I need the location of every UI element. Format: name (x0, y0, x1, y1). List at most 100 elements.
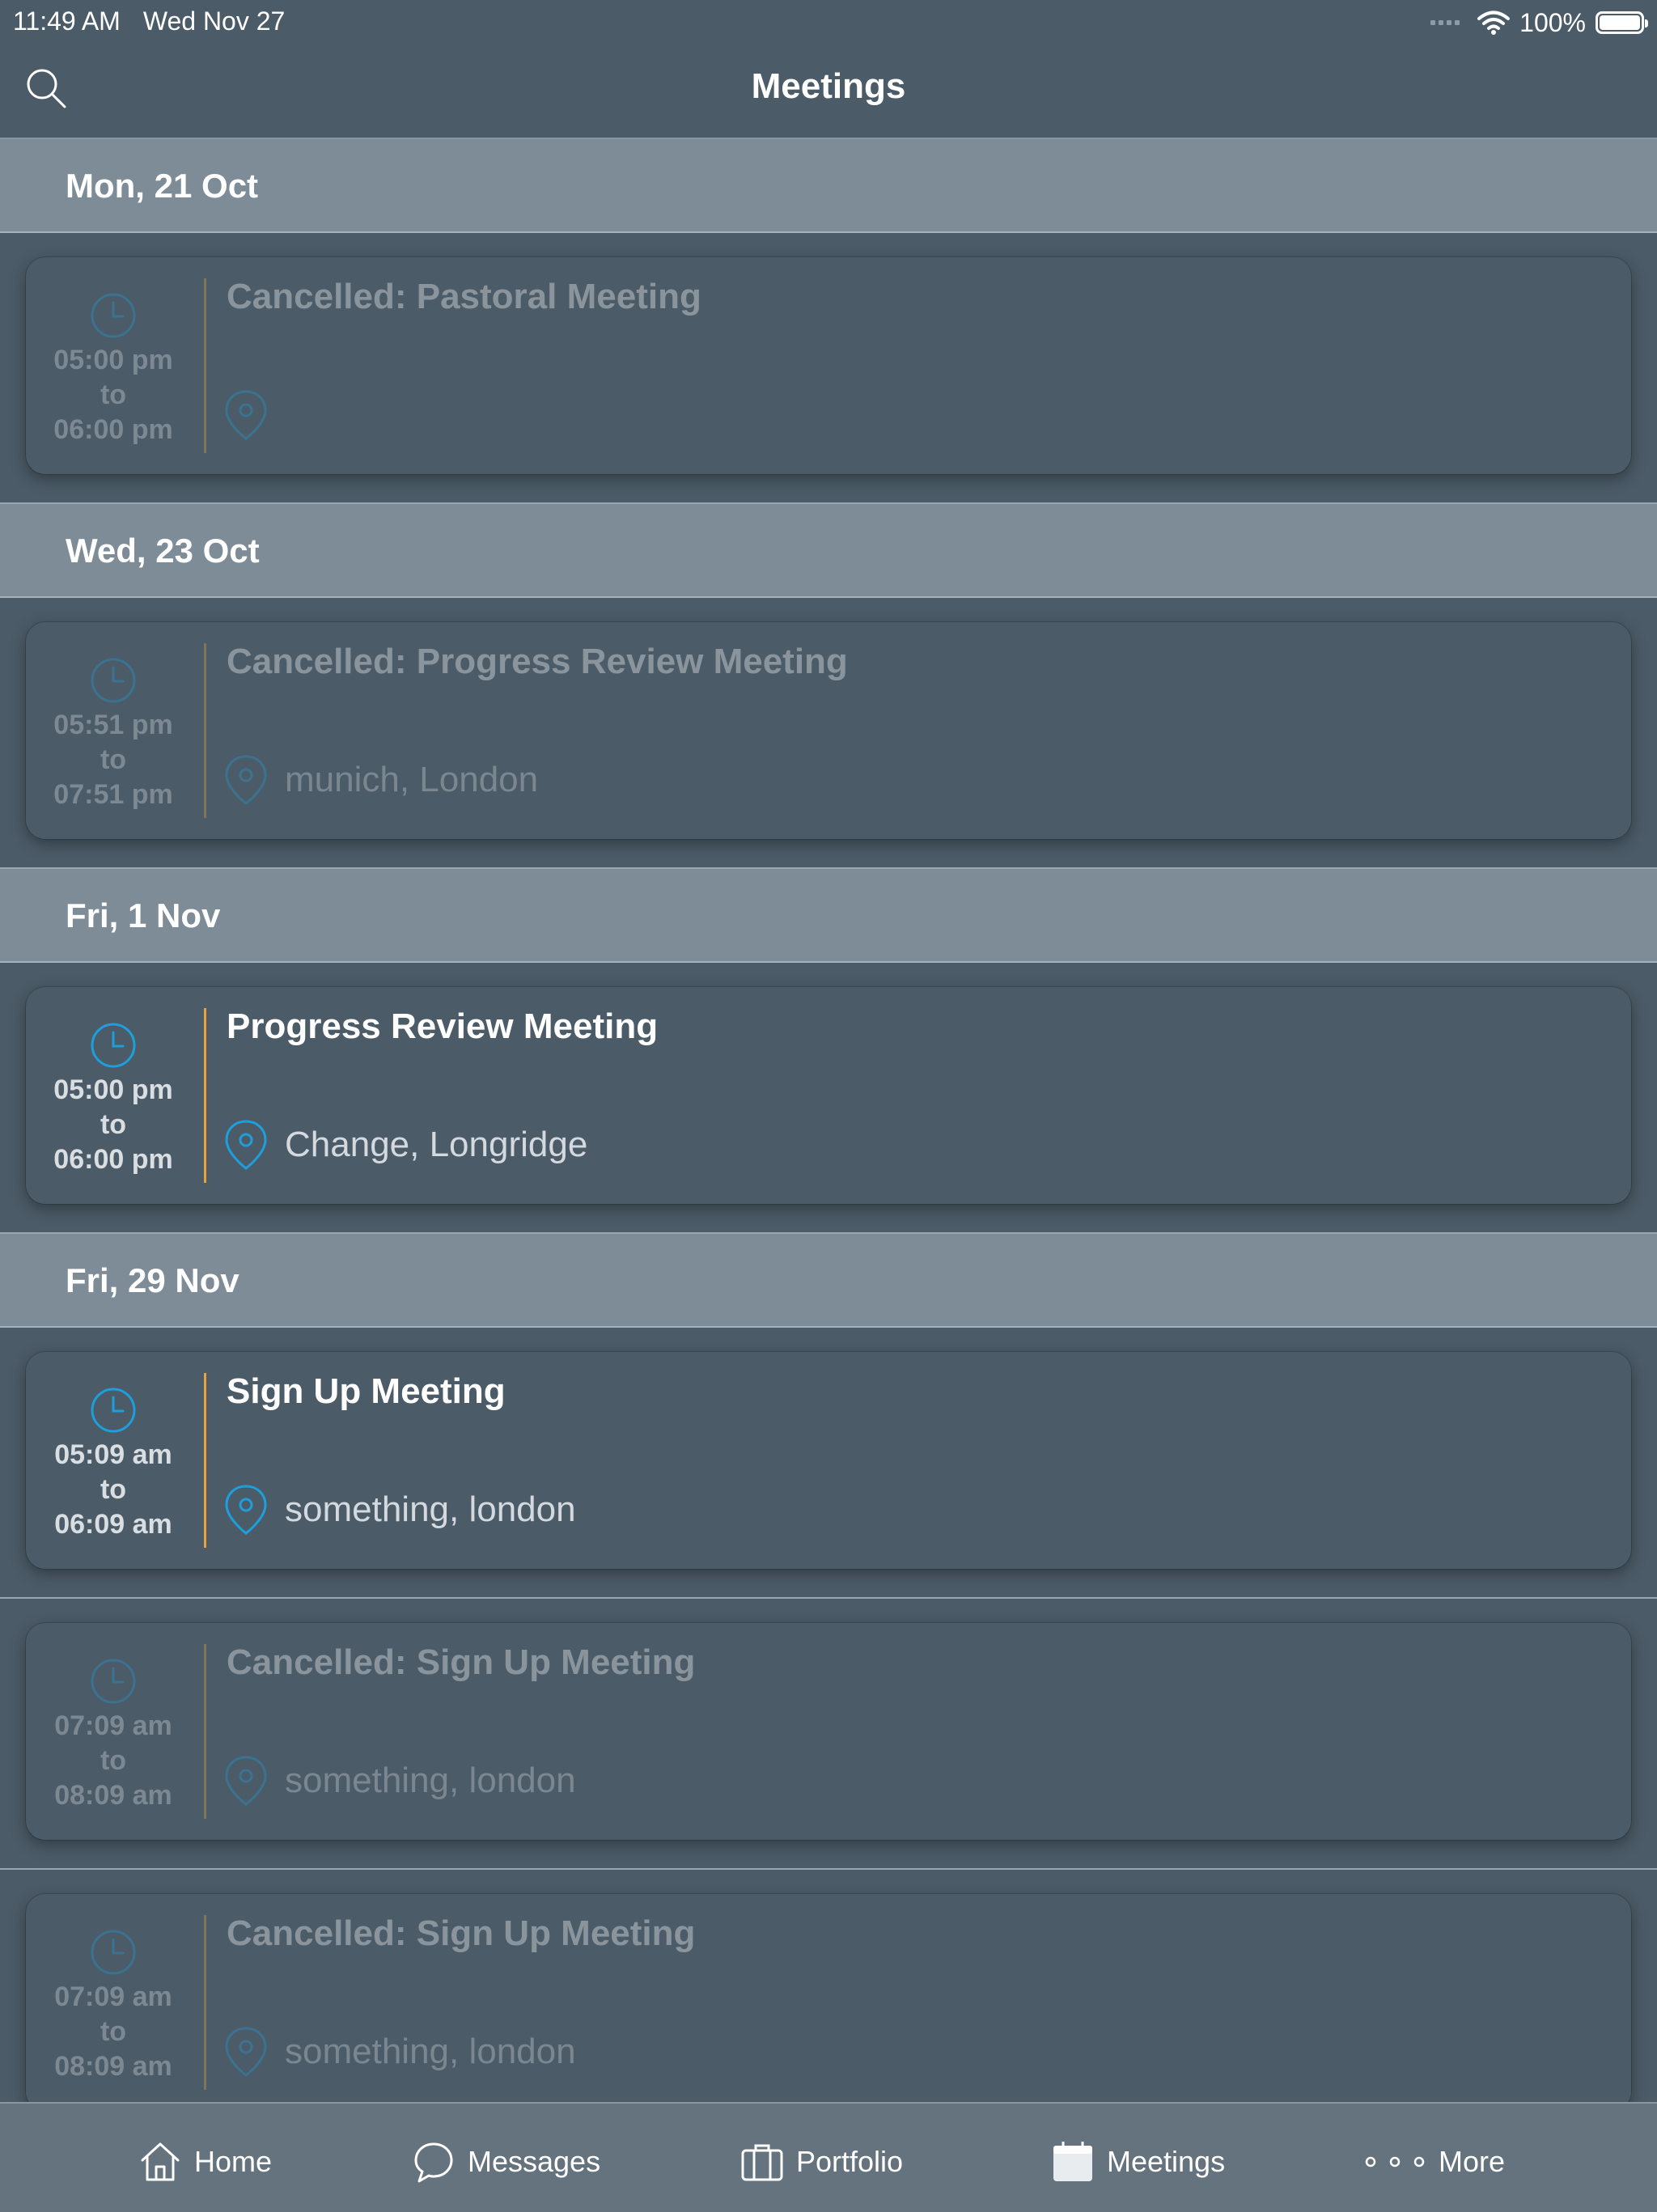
meeting-location-text: munich, London (285, 760, 539, 799)
home-icon (141, 2142, 180, 2181)
meeting-location-text: Change, Longridge (285, 1125, 588, 1164)
meeting-location-text: something, london (285, 1489, 576, 1529)
briefcase-icon (741, 2144, 783, 2181)
tab-label: Meetings (1107, 2145, 1226, 2178)
status-divider (204, 1644, 206, 1819)
table-row: 05:00 pm to 06:00 pm Cancelled: Pastoral… (0, 233, 1657, 504)
status-time-date: 11:49 AM Wed Nov 27 (13, 6, 307, 36)
meeting-title: Cancelled: Sign Up Meeting (227, 1913, 696, 1953)
meeting-time-to: to (100, 1109, 127, 1140)
meeting-title: Sign Up Meeting (227, 1371, 506, 1411)
table-row: 07:09 am to 08:09 am Cancelled: Sign Up … (0, 1870, 1657, 2141)
battery-icon (1596, 11, 1648, 34)
section-header: Fri, 1 Nov (0, 869, 1657, 963)
tab-bar: Home Messages Portfolio Meetings More (0, 2102, 1657, 2212)
meeting-time: 05:51 pm to 07:51 pm (26, 646, 201, 812)
section-header: Wed, 23 Oct (0, 504, 1657, 598)
meeting-time-to: to (100, 2016, 127, 2047)
status-bar: 11:49 AM Wed Nov 27 100% (0, 0, 1657, 40)
meeting-card[interactable]: 05:00 pm to 06:00 pm Progress Review Mee… (26, 987, 1631, 1204)
battery-percent: 100% (1519, 7, 1586, 37)
tab-messages[interactable]: Messages (411, 2138, 600, 2186)
meeting-end-time: 08:09 am (54, 1780, 172, 1811)
section-date: Wed, 23 Oct (66, 532, 260, 570)
status-date: Wed Nov 27 (142, 6, 286, 36)
table-row: 05:09 am to 06:09 am Sign Up Meeting som… (0, 1328, 1657, 1599)
section-date: Fri, 1 Nov (66, 896, 221, 934)
meeting-end-time: 08:09 am (54, 2051, 172, 2082)
meeting-end-time: 06:00 pm (53, 414, 173, 445)
meeting-title: Progress Review Meeting (227, 1006, 659, 1046)
more-dots-icon (1365, 2156, 1425, 2168)
tab-label: Home (194, 2145, 273, 2178)
meeting-location: Change, Longridge (223, 1117, 587, 1173)
meeting-location: something, london (223, 1752, 576, 1809)
tab-meetings[interactable]: Meetings (1050, 2138, 1225, 2186)
meeting-title: Cancelled: Pastoral Meeting (227, 277, 701, 316)
meeting-card[interactable]: 05:09 am to 06:09 am Sign Up Meeting som… (26, 1352, 1631, 1569)
meeting-time-to: to (100, 1745, 127, 1776)
meeting-location: something, london (223, 2023, 576, 2080)
status-indicators: 100% (1430, 6, 1648, 39)
tab-home[interactable]: Home (138, 2138, 272, 2186)
meeting-start-time: 07:09 am (54, 1710, 172, 1741)
section-date: Mon, 21 Oct (66, 167, 259, 205)
tab-label: More (1439, 2145, 1506, 2178)
meeting-location (223, 387, 285, 443)
meeting-start-time: 07:09 am (54, 1981, 172, 2012)
section-date: Fri, 29 Nov (66, 1261, 239, 1299)
meeting-time: 05:00 pm to 06:00 pm (26, 282, 201, 447)
location-pin-icon (225, 390, 267, 440)
meeting-title: Cancelled: Sign Up Meeting (227, 1642, 696, 1682)
chat-bubble-icon (414, 2142, 453, 2183)
meetings-list[interactable]: Mon, 21 Oct 05:00 pm to 06:00 pm Cancell… (0, 139, 1657, 2141)
cellular-signal-icon (1430, 20, 1460, 25)
meeting-start-time: 05:51 pm (53, 710, 173, 740)
clock-icon (91, 658, 136, 703)
meeting-start-time: 05:00 pm (53, 1074, 173, 1105)
section-header: Fri, 29 Nov (0, 1234, 1657, 1328)
status-time: 11:49 AM (13, 6, 121, 36)
meeting-time-to: to (100, 744, 127, 775)
meeting-location-text: something, london (285, 1761, 576, 1800)
location-pin-icon (225, 1756, 267, 1806)
meeting-time: 05:09 am to 06:09 am (26, 1376, 201, 1542)
meeting-end-time: 06:09 am (54, 1509, 172, 1540)
clock-icon (91, 1388, 136, 1433)
meeting-card[interactable]: 07:09 am to 08:09 am Cancelled: Sign Up … (26, 1623, 1631, 1840)
clock-icon (91, 1023, 136, 1068)
meeting-time-to: to (100, 1474, 127, 1505)
tab-label: Portfolio (796, 2145, 904, 2178)
calendar-icon (1053, 2142, 1092, 2181)
meeting-location: something, london (223, 1481, 576, 1538)
status-divider (204, 1373, 206, 1548)
meeting-time-to: to (100, 379, 127, 410)
table-row: 05:00 pm to 06:00 pm Progress Review Mee… (0, 963, 1657, 1234)
meeting-location: munich, London (223, 752, 538, 808)
clock-icon (91, 1930, 136, 1975)
meeting-card[interactable]: 07:09 am to 08:09 am Cancelled: Sign Up … (26, 1894, 1631, 2111)
status-divider (204, 1008, 206, 1183)
status-divider (204, 278, 206, 453)
meeting-card[interactable]: 05:51 pm to 07:51 pm Cancelled: Progress… (26, 622, 1631, 839)
meeting-time: 07:09 am to 08:09 am (26, 1918, 201, 2084)
location-pin-icon (225, 755, 267, 805)
meeting-end-time: 06:00 pm (53, 1144, 173, 1175)
meeting-location-text: something, london (285, 2032, 576, 2071)
tab-portfolio[interactable]: Portfolio (740, 2138, 903, 2186)
table-row: 07:09 am to 08:09 am Cancelled: Sign Up … (0, 1599, 1657, 1870)
meeting-title: Cancelled: Progress Review Meeting (227, 642, 848, 681)
location-pin-icon (225, 1120, 267, 1170)
status-divider (204, 1915, 206, 2090)
meeting-start-time: 05:09 am (54, 1439, 172, 1470)
meeting-start-time: 05:00 pm (53, 345, 173, 375)
meeting-time: 05:00 pm to 06:00 pm (26, 1011, 201, 1177)
clock-icon (91, 1659, 136, 1704)
page-title: Meetings (751, 66, 906, 106)
meeting-card[interactable]: 05:00 pm to 06:00 pm Cancelled: Pastoral… (26, 257, 1631, 474)
location-pin-icon (225, 2027, 267, 2077)
tab-more[interactable]: More (1362, 2138, 1505, 2186)
meeting-time: 07:09 am to 08:09 am (26, 1647, 201, 1813)
meeting-end-time: 07:51 pm (53, 779, 173, 810)
tab-label: Messages (468, 2145, 601, 2178)
